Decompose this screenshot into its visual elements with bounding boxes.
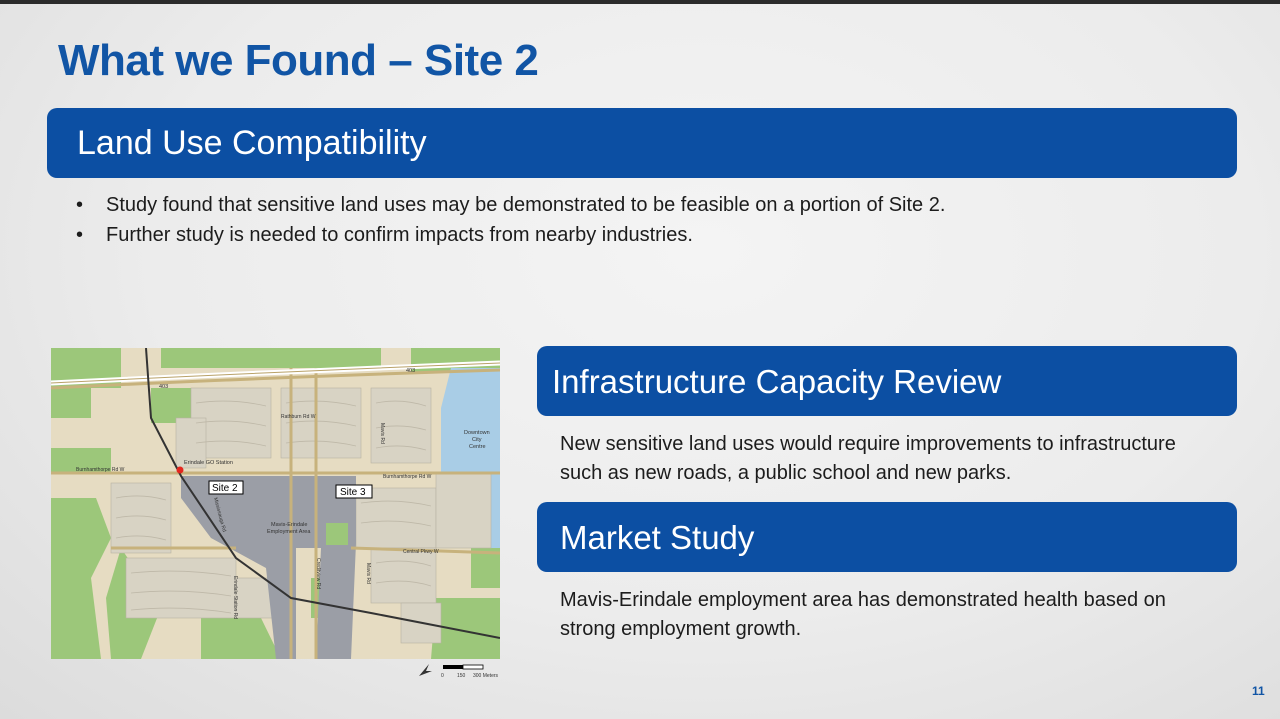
- site3-label: Site 3: [340, 487, 366, 498]
- north-arrow-icon: [419, 664, 432, 676]
- mavis-label: Mavis Rd: [379, 423, 385, 444]
- infrastructure-heading: Infrastructure Capacity Review: [552, 363, 1002, 400]
- scale-300: 300 Meters: [473, 673, 499, 679]
- creditview-label: Creditview Rd: [315, 558, 321, 589]
- slide-title: What we Found – Site 2: [58, 36, 539, 85]
- downtown-label-2: City: [472, 437, 482, 443]
- land-use-heading: Land Use Compatibility: [77, 124, 427, 162]
- central-pkwy-label: Central Pkwy W: [403, 549, 439, 555]
- scale-0: 0: [441, 673, 444, 679]
- site2-label: Site 2: [212, 483, 238, 494]
- land-use-bullets: Study found that sensitive land uses may…: [72, 190, 945, 250]
- market-heading: Market Study: [560, 519, 755, 556]
- infrastructure-banner: Infrastructure Capacity Review: [537, 346, 1237, 416]
- land-use-banner: Land Use Compatibility: [47, 108, 1237, 178]
- burnhamthorpe-w-label: Burnhamthorpe Rd W: [76, 467, 125, 473]
- downtown-label-1: Downtown: [464, 430, 490, 436]
- bullet-item: Study found that sensitive land uses may…: [72, 190, 945, 220]
- erindale-station-rd-label: Erindale Station Rd: [232, 576, 238, 619]
- employment-label-1: Mavis-Erindale: [271, 522, 307, 528]
- map-green-patch: [326, 523, 348, 545]
- downtown-label-3: Centre: [469, 444, 486, 450]
- hwy-label: 403: [159, 384, 168, 390]
- page-number: 11: [1252, 684, 1265, 698]
- employment-label-2: Employment Area: [267, 529, 311, 535]
- site-map: Site 2 Site 3 Erindale GO Station Mavis-…: [51, 348, 500, 659]
- slide: What we Found – Site 2 Land Use Compatib…: [0, 0, 1280, 719]
- bullet-item: Further study is needed to confirm impac…: [72, 220, 945, 250]
- station-label: Erindale GO Station: [184, 460, 233, 466]
- infrastructure-text: New sensitive land uses would require im…: [560, 433, 1176, 484]
- burnhamthorpe-e-label: Burnhamthorpe Rd W: [383, 474, 432, 480]
- hwy-label-2: 403: [406, 368, 415, 374]
- market-text: Mavis-Erindale employment area has demon…: [560, 589, 1166, 640]
- market-banner: Market Study: [537, 502, 1237, 572]
- slide-top-edge: [0, 0, 1280, 4]
- scale-150: 150: [457, 673, 466, 679]
- mavis-label-2: Mavis Rd: [365, 563, 371, 584]
- map-scale-bar: 0 150 300 Meters: [415, 660, 515, 682]
- rathburn-label: Rathburn Rd W: [281, 414, 316, 420]
- station-marker: [176, 466, 184, 474]
